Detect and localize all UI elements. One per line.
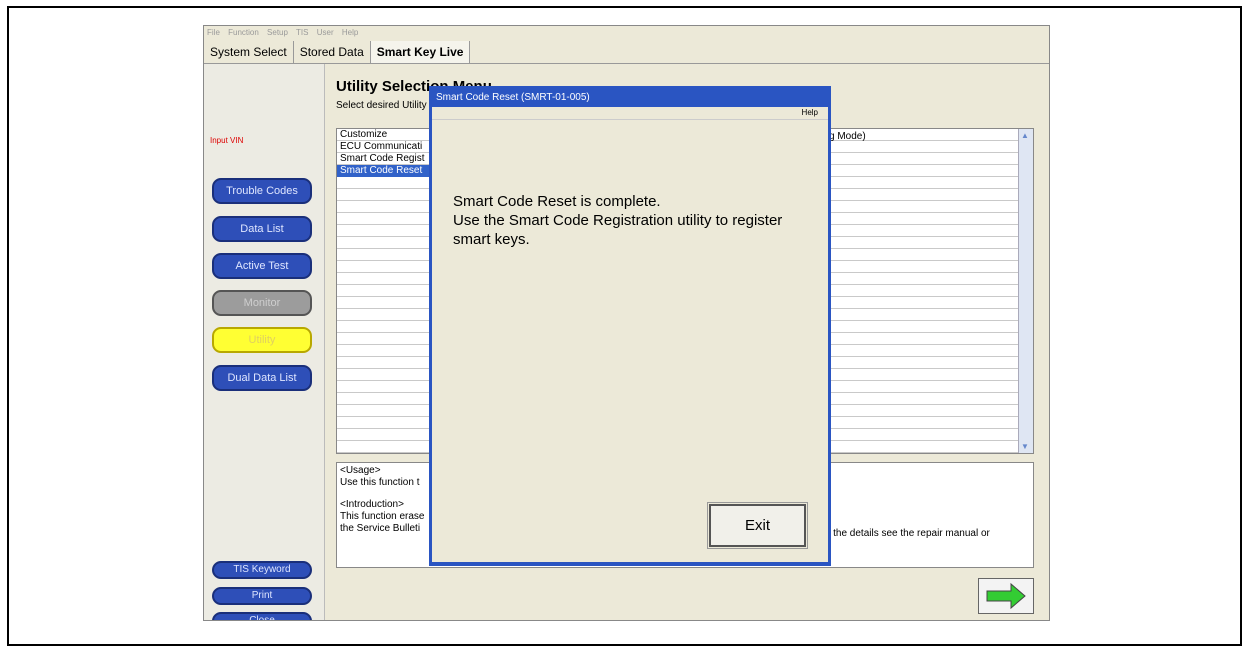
tis-keyword-button[interactable]: TIS Keyword (212, 561, 312, 579)
page-subtitle: Select desired Utility (336, 100, 427, 111)
dialog-menu-bar: Help (432, 107, 828, 120)
data-list-button[interactable]: Data List (212, 216, 312, 242)
menu-help[interactable]: Help (342, 28, 358, 37)
tab-stored-data[interactable]: Stored Data (294, 41, 371, 63)
dual-data-list-button[interactable]: Dual Data List (212, 365, 312, 391)
list-item-selected[interactable]: Smart Code Reset (337, 165, 430, 177)
description-right-text: r the details see the repair manual or (827, 528, 990, 539)
menu-setup[interactable]: Setup (267, 28, 288, 37)
menu-user[interactable]: User (317, 28, 334, 37)
sidebar: Input VIN Trouble Codes Data List Active… (204, 64, 325, 620)
menu-bar: File Function Setup TIS User Help (204, 26, 1049, 40)
tab-smart-key-live[interactable]: Smart Key Live (370, 41, 471, 63)
scroll-up-icon[interactable]: ▲ (1021, 131, 1029, 140)
exit-button[interactable]: Exit (707, 502, 808, 549)
monitor-button[interactable]: Monitor (212, 290, 312, 316)
input-vin-label[interactable]: Input VIN (210, 136, 243, 145)
menu-tis[interactable]: TIS (296, 28, 308, 37)
dialog-body: Help Smart Code Reset is complete. Use t… (432, 107, 828, 562)
menu-function[interactable]: Function (228, 28, 259, 37)
close-button[interactable]: Close (212, 612, 312, 620)
next-button[interactable] (978, 578, 1034, 614)
list-scrollbar[interactable]: ▲ ▼ (1018, 129, 1033, 453)
tab-system-select[interactable]: System Select (204, 41, 294, 63)
print-button[interactable]: Print (212, 587, 312, 605)
right-arrow-icon (986, 582, 1026, 610)
scroll-down-icon[interactable]: ▼ (1021, 442, 1029, 451)
dialog-title[interactable]: Smart Code Reset (SMRT-01-005) (432, 89, 828, 107)
smart-code-reset-dialog: Smart Code Reset (SMRT-01-005) Help Smar… (429, 86, 831, 566)
dialog-message: Smart Code Reset is complete. Use the Sm… (453, 193, 783, 248)
list-item-right-text: g Mode) (829, 131, 866, 142)
trouble-codes-button[interactable]: Trouble Codes (212, 178, 312, 204)
dialog-help-menu[interactable]: Help (802, 108, 818, 117)
menu-file[interactable]: File (207, 28, 220, 37)
utility-button[interactable]: Utility (212, 327, 312, 353)
active-test-button[interactable]: Active Test (212, 253, 312, 279)
tab-bar: System Select Stored Data Smart Key Live (204, 41, 1049, 64)
